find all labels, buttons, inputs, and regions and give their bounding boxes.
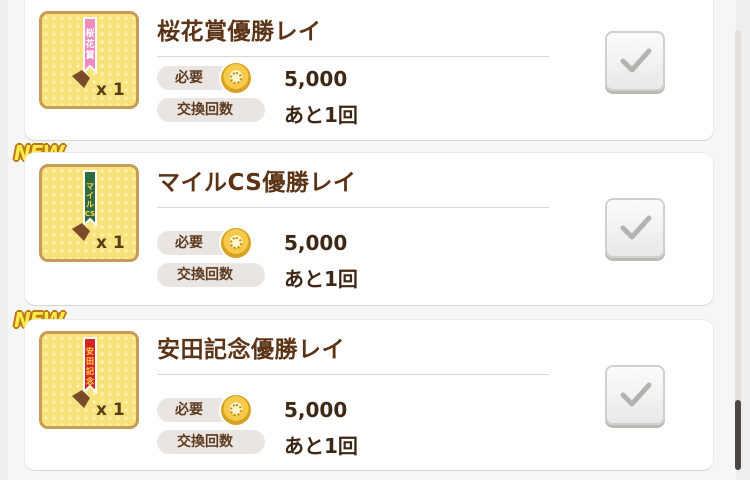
svg-text:CS: CS: [85, 210, 95, 218]
item-quantity: x 1: [96, 233, 125, 253]
scrollbar-thumb[interactable]: [735, 400, 741, 470]
svg-text:念: 念: [85, 376, 94, 386]
exchange-count-label: 交換回数: [157, 98, 265, 122]
svg-text:賞: 賞: [85, 49, 94, 61]
svg-text:ル: ル: [86, 200, 94, 209]
cost-value: 5,000: [284, 231, 348, 255]
cost-value: 5,000: [284, 67, 348, 91]
item-quantity: x 1: [96, 80, 125, 100]
svg-text:花: 花: [85, 38, 94, 50]
exchange-count-value: あと1回: [284, 103, 358, 127]
check-icon: [620, 382, 652, 407]
svg-text:マ: マ: [86, 182, 94, 191]
svg-text:桜: 桜: [85, 27, 94, 39]
item-thumbnail: マ イ ル CS x 1: [39, 164, 139, 262]
exchange-item-card: 桜 花 賞 x 1 桜花賞優勝レイ 必要 5,000 交換回数 あと1回: [25, 0, 713, 140]
coin-icon: [221, 63, 251, 93]
item-thumbnail: 桜 花 賞 x 1: [39, 11, 139, 109]
item-title: 安田記念優勝レイ: [157, 337, 345, 363]
svg-text:田: 田: [86, 357, 94, 366]
svg-text:記: 記: [86, 366, 94, 376]
coin-icon: [221, 228, 251, 258]
divider: [157, 374, 549, 375]
exchange-count-label: 交換回数: [157, 430, 265, 454]
select-checkbox[interactable]: [605, 31, 665, 91]
svg-text:イ: イ: [86, 191, 94, 200]
item-title: 桜花賞優勝レイ: [157, 19, 322, 45]
select-checkbox[interactable]: [605, 198, 665, 258]
exchange-item-card: マ イ ル CS x 1 マイルCS優勝レイ 必要 5,000 交換回数 あと1…: [25, 153, 713, 305]
divider: [157, 56, 549, 57]
svg-text:安: 安: [86, 346, 94, 356]
item-title: マイルCS優勝レイ: [157, 170, 357, 196]
exchange-count-value: あと1回: [284, 267, 358, 291]
exchange-item-card: 安 田 記 念 x 1 安田記念優勝レイ 必要 5,000 交換回数 あと1回: [25, 320, 713, 470]
exchange-count-label: 交換回数: [157, 263, 265, 287]
item-quantity: x 1: [96, 400, 125, 420]
coin-icon: [221, 395, 251, 425]
cost-value: 5,000: [284, 398, 348, 422]
check-icon: [620, 48, 652, 73]
select-checkbox[interactable]: [605, 365, 665, 425]
divider: [157, 207, 549, 208]
item-thumbnail: 安 田 記 念 x 1: [39, 331, 139, 429]
scrollbar[interactable]: [735, 30, 741, 470]
exchange-count-value: あと1回: [284, 434, 358, 458]
check-icon: [620, 215, 652, 240]
